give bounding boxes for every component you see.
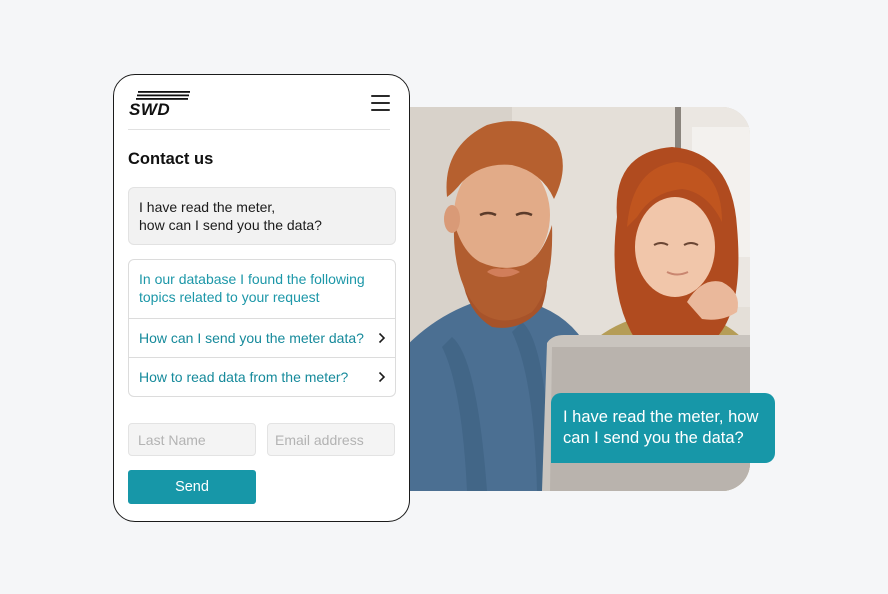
chevron-right-icon: [378, 371, 386, 383]
svg-text:SWD: SWD: [129, 100, 170, 117]
suggestion-link-label: How to read data from the meter?: [139, 369, 349, 385]
chevron-right-icon: [378, 332, 386, 344]
speech-bubble-line-1: I have read the meter, how: [563, 408, 759, 426]
user-message-line-1: I have read the meter,: [139, 199, 276, 215]
phone-mockup: SWD Contact us I have read the meter, ho…: [113, 74, 410, 522]
swd-logo[interactable]: SWD: [128, 89, 196, 117]
header-divider: [128, 129, 390, 130]
chat-speech-bubble: I have read the meter, how can I send yo…: [551, 393, 775, 463]
send-button[interactable]: Send: [128, 470, 256, 504]
hamburger-menu-icon[interactable]: [371, 95, 390, 111]
phone-header: SWD: [114, 75, 409, 130]
suggestion-link-read-meter-data[interactable]: How to read data from the meter?: [129, 357, 395, 396]
suggestions-intro: In our database I found the following to…: [129, 260, 395, 318]
suggestions-panel: In our database I found the following to…: [128, 259, 396, 397]
suggestion-link-label: How can I send you the meter data?: [139, 330, 364, 346]
suggestions-intro-line-2: topics related to your request: [139, 289, 320, 305]
suggestion-link-send-meter-data[interactable]: How can I send you the meter data?: [129, 318, 395, 357]
user-message-line-2: how can I send you the data?: [139, 217, 322, 233]
suggestions-intro-line-1: In our database I found the following: [139, 271, 365, 287]
page-title: Contact us: [128, 150, 214, 168]
last-name-input[interactable]: [128, 423, 256, 456]
user-message: I have read the meter, how can I send yo…: [128, 187, 396, 245]
email-input[interactable]: [267, 423, 395, 456]
speech-bubble-line-2: can I send you the data?: [563, 429, 744, 447]
